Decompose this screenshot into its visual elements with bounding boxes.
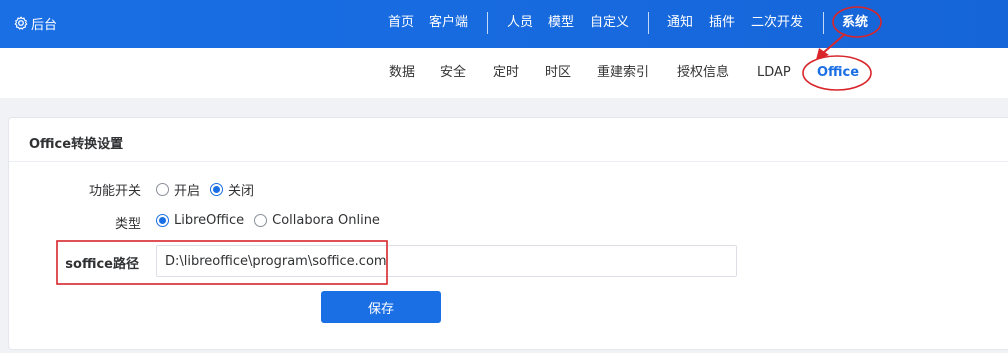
tab-security[interactable]: 安全 bbox=[440, 64, 466, 82]
radio-circle[interactable] bbox=[254, 214, 268, 227]
card-divider bbox=[9, 161, 1008, 162]
card-title: Office转换设置 bbox=[29, 137, 124, 152]
tab-ldap[interactable]: LDAP bbox=[757, 64, 791, 82]
tab-reindex[interactable]: 重建索引 bbox=[597, 64, 649, 82]
soffice-path-input[interactable] bbox=[156, 245, 737, 277]
office-settings-card: Office转换设置 功能开关 开启 关闭 类型 LibreOffice Col… bbox=[8, 117, 1008, 350]
type-collabora-radio[interactable]: Collabora Online bbox=[254, 213, 380, 228]
type-label: 类型 bbox=[114, 217, 141, 232]
tab-timezone[interactable]: 时区 bbox=[545, 64, 571, 82]
tab-data[interactable]: 数据 bbox=[389, 64, 415, 82]
nav-item-plugins[interactable]: 插件 bbox=[709, 14, 735, 32]
nav-item-dev[interactable]: 二次开发 bbox=[751, 14, 803, 32]
radio-label: 开启 bbox=[174, 184, 201, 199]
radio-label: Collabora Online bbox=[272, 213, 380, 228]
radio-label: LibreOffice bbox=[174, 213, 245, 228]
soffice-path-label: soffice路径 bbox=[65, 257, 139, 272]
save-button[interactable]: 保存 bbox=[321, 291, 441, 323]
switch-label: 功能开关 bbox=[88, 184, 141, 199]
tab-license[interactable]: 授权信息 bbox=[677, 64, 729, 82]
brand-label: 后台 bbox=[31, 17, 58, 33]
nav-item-users[interactable]: 人员 bbox=[507, 14, 533, 32]
nav-item-model[interactable]: 模型 bbox=[548, 14, 574, 32]
brand[interactable]: 后台 bbox=[14, 13, 57, 33]
radio-circle-checked[interactable] bbox=[210, 183, 224, 196]
nav-divider bbox=[487, 12, 488, 34]
tab-schedule[interactable]: 定时 bbox=[493, 64, 519, 82]
switch-off-radio[interactable]: 关闭 bbox=[210, 180, 254, 199]
type-libreoffice-radio[interactable]: LibreOffice bbox=[156, 213, 244, 228]
nav-divider bbox=[648, 12, 649, 34]
radio-circle-checked[interactable] bbox=[156, 214, 169, 227]
radio-label: 关闭 bbox=[228, 184, 255, 199]
sub-nav-bar: 数据 安全 定时 时区 重建索引 授权信息 LDAP Office bbox=[0, 48, 1008, 98]
nav-item-home[interactable]: 首页 bbox=[388, 14, 414, 32]
tab-office[interactable]: Office bbox=[817, 64, 859, 82]
radio-circle[interactable] bbox=[156, 183, 169, 196]
nav-item-custom[interactable]: 自定义 bbox=[590, 14, 629, 32]
gear-icon bbox=[14, 16, 28, 30]
switch-radio-group: 开启 关闭 bbox=[156, 180, 264, 199]
nav-divider bbox=[823, 12, 824, 34]
type-radio-group: LibreOffice Collabora Online bbox=[156, 213, 390, 228]
nav-item-system[interactable]: 系统 bbox=[842, 14, 868, 32]
top-nav-bar: 后台 首页 客户端 人员 模型 自定义 通知 插件 二次开发 系统 bbox=[0, 0, 1008, 48]
nav-item-client[interactable]: 客户端 bbox=[429, 14, 468, 32]
nav-item-notify[interactable]: 通知 bbox=[667, 14, 693, 32]
switch-on-radio[interactable]: 开启 bbox=[156, 180, 200, 199]
